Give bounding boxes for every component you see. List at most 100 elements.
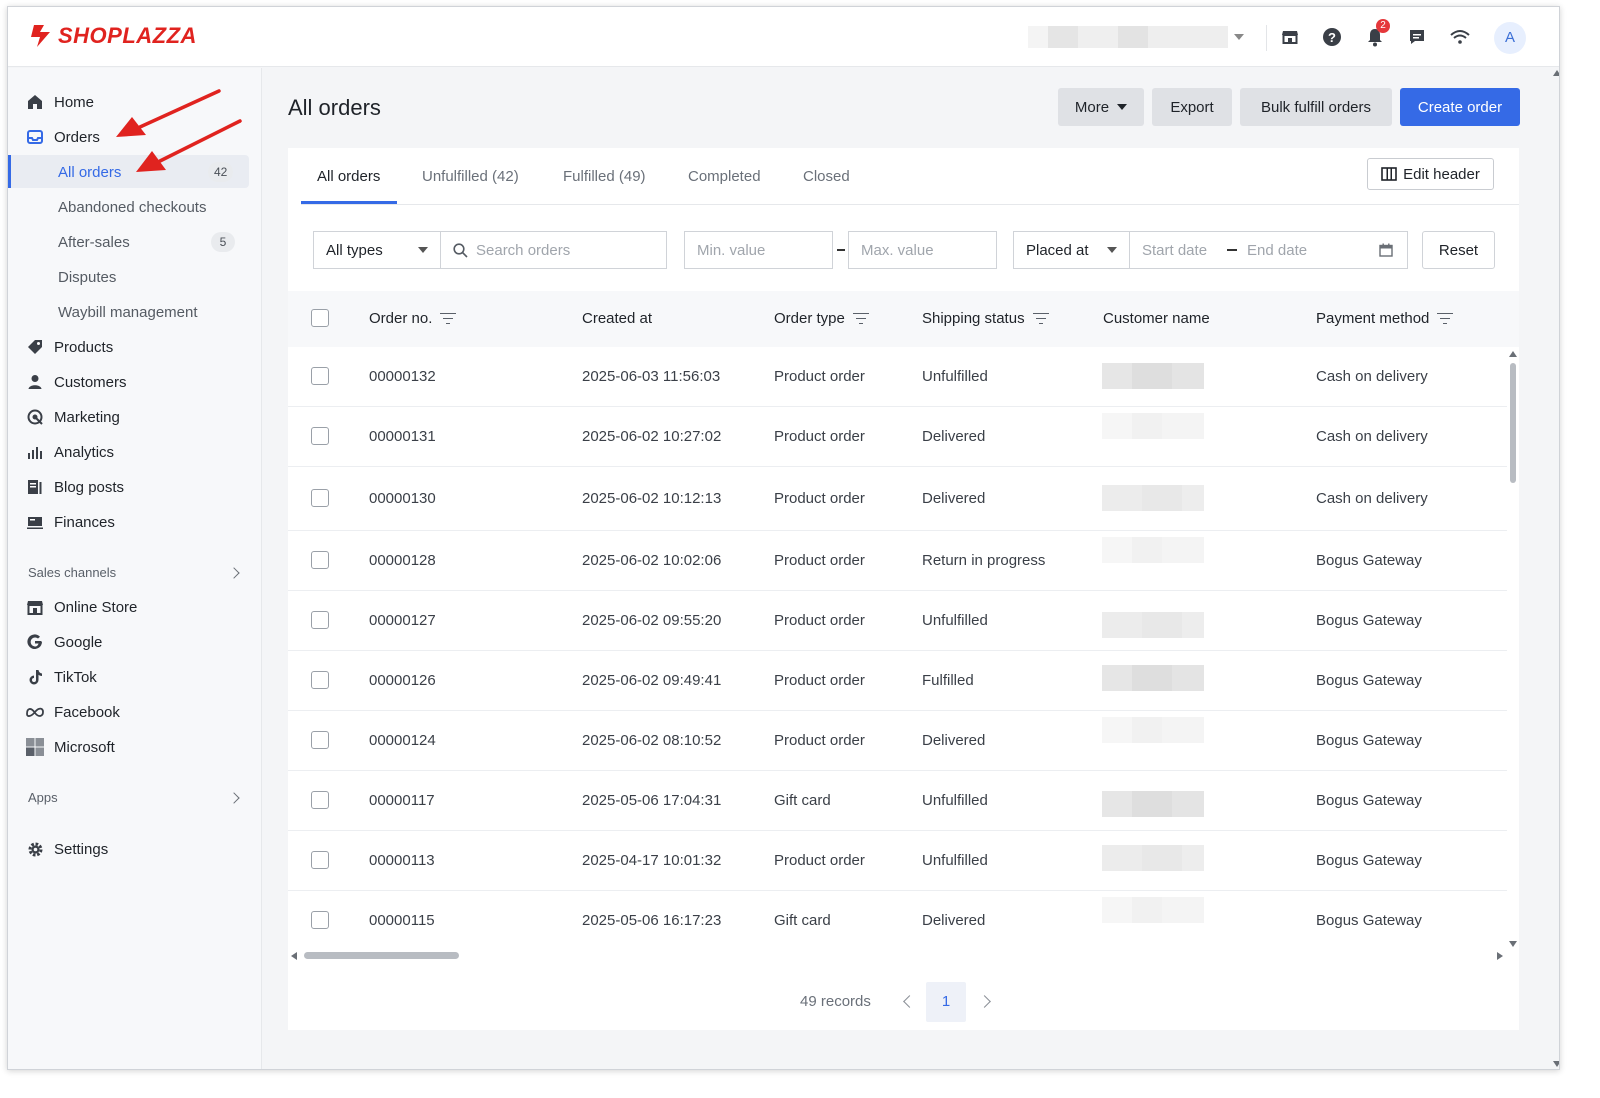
select-all-checkbox[interactable] xyxy=(311,309,329,327)
order-number[interactable]: 00000127 xyxy=(369,612,436,629)
table-horizontal-scrollbar[interactable] xyxy=(304,952,459,959)
sidebar-item-after-sales[interactable]: After-sales xyxy=(58,234,130,251)
store-icon[interactable] xyxy=(1278,25,1302,49)
sales-channels-header[interactable]: Sales channels xyxy=(28,565,116,580)
column-header-customer-name[interactable]: Customer name xyxy=(1103,310,1210,327)
table-row[interactable]: 00000131 2025-06-02 10:27:02 Product ord… xyxy=(288,407,1507,467)
scrollbar-thumb[interactable] xyxy=(1510,363,1516,483)
sidebar-item-analytics[interactable]: Analytics xyxy=(26,438,114,466)
chevron-right-icon[interactable] xyxy=(228,792,240,804)
sidebar-item-microsoft[interactable]: Microsoft xyxy=(26,733,115,761)
edit-header-button[interactable]: Edit header xyxy=(1367,158,1494,190)
row-checkbox[interactable] xyxy=(311,551,329,569)
table-row[interactable]: 00000132 2025-06-03 11:56:03 Product ord… xyxy=(288,347,1507,407)
scroll-down-arrow[interactable] xyxy=(1509,941,1517,947)
order-number[interactable]: 00000128 xyxy=(369,552,436,569)
row-checkbox[interactable] xyxy=(311,851,329,869)
chevron-right-icon[interactable] xyxy=(978,995,991,1008)
chevron-right-icon[interactable] xyxy=(228,567,240,579)
order-number[interactable]: 00000124 xyxy=(369,732,436,749)
scroll-down-arrow[interactable] xyxy=(1553,1061,1559,1067)
row-checkbox[interactable] xyxy=(311,791,329,809)
chat-icon[interactable] xyxy=(1405,25,1429,49)
date-range-picker[interactable]: Start date End date xyxy=(1129,231,1408,269)
tab-closed[interactable]: Closed xyxy=(803,168,850,185)
row-checkbox[interactable] xyxy=(311,427,329,445)
date-field-select[interactable]: Placed at xyxy=(1013,231,1130,269)
scroll-right-arrow[interactable] xyxy=(1497,952,1503,960)
column-header-order-type[interactable]: Order type xyxy=(774,310,869,327)
order-number[interactable]: 00000115 xyxy=(369,912,435,929)
sidebar-item-disputes[interactable]: Disputes xyxy=(58,269,116,286)
sidebar-item-waybill-management[interactable]: Waybill management xyxy=(58,304,198,321)
sidebar-item-abandoned-checkouts[interactable]: Abandoned checkouts xyxy=(58,199,206,216)
scroll-up-arrow[interactable] xyxy=(1553,70,1559,76)
sidebar-item-tiktok[interactable]: TikTok xyxy=(26,663,97,691)
scroll-up-arrow[interactable] xyxy=(1509,351,1517,357)
create-order-button[interactable]: Create order xyxy=(1400,88,1520,126)
column-header-shipping-status[interactable]: Shipping status xyxy=(922,310,1049,327)
sidebar-item-online-store[interactable]: Online Store xyxy=(26,593,137,621)
sidebar-item-all-orders[interactable]: All orders xyxy=(58,164,121,181)
column-header-created-at[interactable]: Created at xyxy=(582,310,652,327)
pagination-page-1[interactable]: 1 xyxy=(926,982,966,1022)
sidebar-item-settings[interactable]: Settings xyxy=(26,835,108,863)
wifi-icon[interactable] xyxy=(1448,25,1472,49)
row-checkbox[interactable] xyxy=(311,611,329,629)
column-header-payment-method[interactable]: Payment method xyxy=(1316,310,1454,327)
order-number[interactable]: 00000113 xyxy=(369,852,435,869)
shoplazza-logo[interactable]: SHOPLAZZA xyxy=(28,23,197,49)
sidebar-item-home[interactable]: Home xyxy=(26,88,94,116)
tab-fulfilled[interactable]: Fulfilled (49) xyxy=(563,168,646,185)
store-selector[interactable] xyxy=(1028,26,1228,48)
scroll-left-arrow[interactable] xyxy=(291,952,297,960)
bell-icon[interactable]: 2 xyxy=(1363,19,1390,49)
sidebar-item-google[interactable]: Google xyxy=(26,628,102,656)
column-header-order-no[interactable]: Order no. xyxy=(369,310,457,327)
table-row[interactable]: 00000127 2025-06-02 09:55:20 Product ord… xyxy=(288,591,1507,651)
order-number[interactable]: 00000117 xyxy=(369,792,435,809)
order-number[interactable]: 00000132 xyxy=(369,368,436,385)
filter-icon[interactable] xyxy=(1032,312,1049,325)
filter-icon[interactable] xyxy=(852,312,869,325)
table-row[interactable]: 00000130 2025-06-02 10:12:13 Product ord… xyxy=(288,467,1507,531)
export-button[interactable]: Export xyxy=(1152,88,1232,126)
order-type-select[interactable]: All types xyxy=(313,231,441,269)
search-input[interactable]: Search orders xyxy=(440,231,667,269)
sidebar-item-products[interactable]: Products xyxy=(26,333,113,361)
apps-header[interactable]: Apps xyxy=(28,790,58,805)
row-checkbox[interactable] xyxy=(311,489,329,507)
row-checkbox[interactable] xyxy=(311,367,329,385)
table-row[interactable]: 00000113 2025-04-17 10:01:32 Product ord… xyxy=(288,831,1507,891)
min-value-input[interactable]: Min. value xyxy=(684,231,833,269)
order-number[interactable]: 00000130 xyxy=(369,490,436,507)
table-row[interactable]: 00000126 2025-06-02 09:49:41 Product ord… xyxy=(288,651,1507,711)
order-number[interactable]: 00000131 xyxy=(369,428,436,445)
row-checkbox[interactable] xyxy=(311,731,329,749)
filter-icon[interactable] xyxy=(1437,312,1454,325)
sidebar-item-facebook[interactable]: Facebook xyxy=(26,698,120,726)
window-scrollbar[interactable] xyxy=(1553,68,1559,1069)
sidebar-item-blog-posts[interactable]: Blog posts xyxy=(26,473,124,501)
max-value-input[interactable]: Max. value xyxy=(848,231,997,269)
row-checkbox[interactable] xyxy=(311,671,329,689)
table-vertical-scrollbar[interactable] xyxy=(1508,351,1518,947)
table-row[interactable]: 00000128 2025-06-02 10:02:06 Product ord… xyxy=(288,531,1507,591)
sidebar-item-orders[interactable]: Orders xyxy=(26,123,100,151)
table-row[interactable]: 00000124 2025-06-02 08:10:52 Product ord… xyxy=(288,711,1507,771)
chevron-left-icon[interactable] xyxy=(903,995,916,1008)
help-icon[interactable]: ? xyxy=(1320,25,1344,49)
row-checkbox[interactable] xyxy=(311,911,329,929)
filter-icon[interactable] xyxy=(440,312,457,325)
table-row[interactable]: 00000117 2025-05-06 17:04:31 Gift card U… xyxy=(288,771,1507,831)
table-row[interactable]: 00000115 2025-05-06 16:17:23 Gift card D… xyxy=(288,891,1507,951)
tab-all-orders[interactable]: All orders xyxy=(317,168,380,185)
tab-completed[interactable]: Completed xyxy=(688,168,761,185)
sidebar-item-customers[interactable]: Customers xyxy=(26,368,127,396)
sidebar-item-finances[interactable]: Finances xyxy=(26,508,115,536)
order-number[interactable]: 00000126 xyxy=(369,672,436,689)
sidebar-item-marketing[interactable]: Marketing xyxy=(26,403,120,431)
chevron-down-icon[interactable] xyxy=(1234,34,1244,40)
avatar[interactable]: A xyxy=(1494,22,1526,54)
bulk-fulfill-button[interactable]: Bulk fulfill orders xyxy=(1240,88,1392,126)
